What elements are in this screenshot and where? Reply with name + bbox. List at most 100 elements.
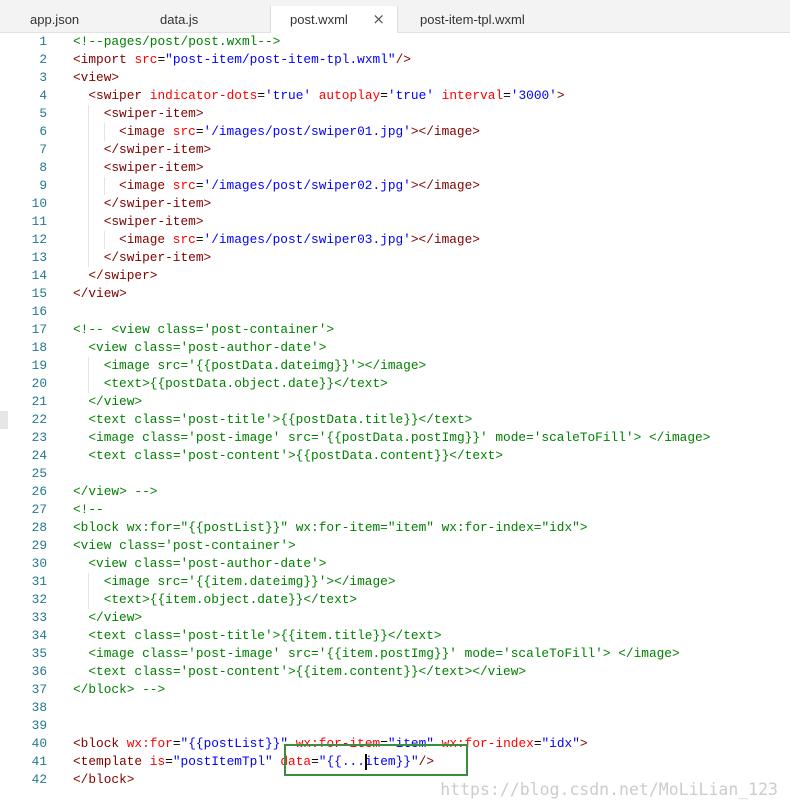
operator-token[interactable]: = bbox=[534, 736, 542, 751]
comment-token[interactable]: <view class='post-container'> bbox=[73, 538, 296, 553]
line-code[interactable]: <view> bbox=[73, 69, 119, 87]
code-line[interactable]: 37 </block> --> bbox=[0, 681, 790, 699]
code-line[interactable]: 18 <view class='post-author-date'> bbox=[0, 339, 790, 357]
tab-post-wxml[interactable]: post.wxml × bbox=[270, 6, 398, 33]
comment-token[interactable]: <!--pages/post/post.wxml--> bbox=[73, 34, 280, 49]
code-line[interactable]: 23 <image class='post-image' src='{{postD… bbox=[0, 429, 790, 447]
line-code[interactable]: <swiper-item> bbox=[73, 213, 204, 231]
operator-token[interactable]: = bbox=[311, 754, 319, 769]
operator-token[interactable]: = bbox=[173, 736, 181, 751]
comment-token[interactable]: <text class='post-content'>{{item.conten… bbox=[88, 664, 526, 679]
tag-token[interactable]: <image bbox=[119, 232, 165, 247]
tag-token[interactable]: ></image> bbox=[411, 124, 480, 139]
string-token[interactable]: 'true' bbox=[388, 88, 434, 103]
code-line[interactable]: 40 <block wx:for="{{postList}}" wx:for-it… bbox=[0, 735, 790, 753]
line-code[interactable]: </block> bbox=[73, 771, 134, 789]
attribute-token[interactable]: src bbox=[127, 52, 157, 67]
line-code[interactable]: </view> bbox=[73, 609, 142, 627]
tag-token[interactable]: ></image> bbox=[411, 178, 480, 193]
code-line[interactable]: 5 <swiper-item> bbox=[0, 105, 790, 123]
attribute-token[interactable]: wx:for-item bbox=[288, 736, 380, 751]
code-line[interactable]: 42 </block> bbox=[0, 771, 790, 789]
code-line[interactable]: 27 <!-- bbox=[0, 501, 790, 519]
line-code[interactable]: <view class='post-author-date'> bbox=[73, 339, 326, 357]
comment-token[interactable]: <text class='post-title'>{{item.title}}<… bbox=[88, 628, 441, 643]
line-code[interactable]: <!-- bbox=[73, 501, 104, 519]
line-code[interactable]: <block wx:for="{{postList}}" wx:for-item… bbox=[73, 519, 588, 537]
tag-token[interactable]: </block> bbox=[73, 772, 134, 787]
tag-token[interactable]: <block bbox=[73, 736, 119, 751]
string-token[interactable]: "{{...item}}" bbox=[319, 754, 419, 769]
tag-token[interactable]: <template bbox=[73, 754, 142, 769]
code-line[interactable]: 30 <view class='post-author-date'> bbox=[0, 555, 790, 573]
string-token[interactable]: 'true' bbox=[265, 88, 311, 103]
comment-token[interactable]: <text class='post-title'>{{postData.titl… bbox=[88, 412, 472, 427]
attribute-token[interactable]: wx:for-index bbox=[434, 736, 534, 751]
attribute-token[interactable]: data bbox=[273, 754, 311, 769]
comment-token[interactable]: <image class='post-image' src='{{postDat… bbox=[88, 430, 710, 445]
operator-token[interactable]: = bbox=[165, 754, 173, 769]
code-line[interactable]: 8 <swiper-item> bbox=[0, 159, 790, 177]
line-code[interactable]: <text class='post-content'>{{postData.co… bbox=[73, 447, 503, 465]
comment-token[interactable]: <block wx:for="{{postList}}" wx:for-item… bbox=[73, 520, 588, 535]
string-token[interactable]: "postItemTpl" bbox=[173, 754, 273, 769]
operator-token[interactable]: = bbox=[196, 124, 204, 139]
tag-token[interactable]: </swiper> bbox=[88, 268, 157, 283]
tag-token[interactable]: > bbox=[557, 88, 565, 103]
line-code[interactable]: <!-- <view class='post-container'> bbox=[73, 321, 334, 339]
code-line[interactable]: 39 bbox=[0, 717, 790, 735]
code-line[interactable]: 1 <!--pages/post/post.wxml--> bbox=[0, 33, 790, 51]
code-line[interactable]: 12 <image src='/images/post/swiper03.jpg'… bbox=[0, 231, 790, 249]
tab-post-item-tpl-wxml[interactable]: post-item-tpl.wxml bbox=[398, 6, 548, 33]
code-line[interactable]: 22 <text class='post-title'>{{postData.ti… bbox=[0, 411, 790, 429]
operator-token[interactable]: = bbox=[196, 232, 204, 247]
code-line[interactable]: 25 bbox=[0, 465, 790, 483]
code-line[interactable]: 10 </swiper-item> bbox=[0, 195, 790, 213]
line-code[interactable]: <text>{{postData.object.date}}</text> bbox=[73, 375, 388, 393]
tag-token[interactable]: </swiper-item> bbox=[104, 196, 212, 211]
operator-token[interactable]: = bbox=[257, 88, 265, 103]
code-line[interactable]: 31 <image src='{{item.dateimg}}'></image> bbox=[0, 573, 790, 591]
code-line[interactable]: 19 <image src='{{postData.dateimg}}'></im… bbox=[0, 357, 790, 375]
comment-token[interactable]: <image src='{{item.dateimg}}'></image> bbox=[104, 574, 396, 589]
code-editor[interactable]: 1 <!--pages/post/post.wxml--> 2 <import src… bbox=[0, 33, 790, 809]
code-line[interactable]: 28 <block wx:for="{{postList}}" wx:for-it… bbox=[0, 519, 790, 537]
string-token[interactable]: '/images/post/swiper03.jpg' bbox=[204, 232, 411, 247]
code-line[interactable]: 17 <!-- <view class='post-container'> bbox=[0, 321, 790, 339]
operator-token[interactable]: = bbox=[503, 88, 511, 103]
attribute-token[interactable]: interval bbox=[434, 88, 503, 103]
comment-token[interactable]: <image class='post-image' src='{{item.po… bbox=[88, 646, 679, 661]
attribute-token[interactable]: is bbox=[142, 754, 165, 769]
close-icon[interactable]: × bbox=[372, 6, 385, 33]
code-line[interactable]: 3 <view> bbox=[0, 69, 790, 87]
attribute-token[interactable]: src bbox=[165, 124, 196, 139]
line-code[interactable]: <text>{{item.object.date}}</text> bbox=[73, 591, 357, 609]
code-line[interactable]: 9 <image src='/images/post/swiper02.jpg'>… bbox=[0, 177, 790, 195]
comment-token[interactable]: <view class='post-author-date'> bbox=[88, 556, 326, 571]
line-code[interactable]: <image src='{{item.dateimg}}'></image> bbox=[73, 573, 396, 591]
comment-token[interactable]: <!-- <view class='post-container'> bbox=[73, 322, 334, 337]
tag-token[interactable]: <image bbox=[119, 124, 165, 139]
tag-token[interactable]: ></image> bbox=[411, 232, 480, 247]
line-code[interactable]: </block> --> bbox=[73, 681, 165, 699]
comment-token[interactable]: </view> --> bbox=[73, 484, 157, 499]
string-token[interactable]: "post-item/post-item-tpl.wxml" bbox=[165, 52, 395, 67]
line-code[interactable]: <image src='/images/post/swiper03.jpg'><… bbox=[73, 231, 480, 249]
attribute-token[interactable]: src bbox=[165, 178, 196, 193]
line-code[interactable]: <swiper indicator-dots='true' autoplay='… bbox=[73, 87, 565, 105]
tag-token[interactable]: > bbox=[580, 736, 588, 751]
comment-token[interactable]: </block> --> bbox=[73, 682, 165, 697]
line-code[interactable]: <view class='post-author-date'> bbox=[73, 555, 326, 573]
string-token[interactable]: "idx" bbox=[542, 736, 580, 751]
line-code[interactable]: <image class='post-image' src='{{postDat… bbox=[73, 429, 710, 447]
line-code[interactable]: <swiper-item> bbox=[73, 105, 204, 123]
line-code[interactable]: <image class='post-image' src='{{item.po… bbox=[73, 645, 679, 663]
operator-token[interactable]: = bbox=[380, 736, 388, 751]
code-line[interactable]: 21 </view> bbox=[0, 393, 790, 411]
line-code[interactable]: <text class='post-title'>{{postData.titl… bbox=[73, 411, 472, 429]
line-code[interactable]: </view> --> bbox=[73, 483, 157, 501]
code-line[interactable]: 7 </swiper-item> bbox=[0, 141, 790, 159]
tag-token[interactable]: <swiper bbox=[88, 88, 142, 103]
code-line[interactable]: 15 </view> bbox=[0, 285, 790, 303]
comment-token[interactable]: </view> bbox=[88, 394, 142, 409]
